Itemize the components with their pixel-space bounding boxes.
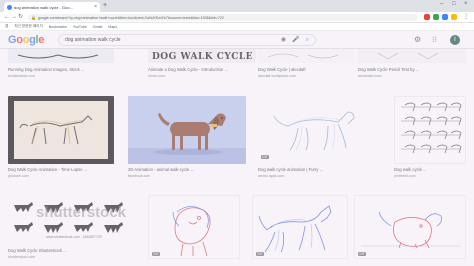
result-title[interactable]: Running Dog Animation Images, Stock ... bbox=[8, 67, 84, 72]
settings-gear-icon[interactable]: ⚙ bbox=[414, 36, 421, 44]
extension-icon[interactable] bbox=[442, 14, 448, 20]
result-thumbnail[interactable] bbox=[8, 49, 114, 63]
apps-grid-icon[interactable]: ⁝⁝ bbox=[432, 36, 437, 44]
stock-watermark: shutterstock bbox=[36, 204, 127, 221]
extension-icon[interactable] bbox=[424, 14, 430, 20]
image-result[interactable]: Dog walk cycle ... pinterest.com bbox=[394, 96, 466, 180]
tab-strip: dog animation walk cycle - Goo... × + – … bbox=[0, 0, 474, 12]
browser-tab[interactable]: dog animation walk cycle - Goo... × bbox=[4, 2, 100, 12]
gif-badge: GIF bbox=[261, 155, 269, 159]
bookmark-item[interactable]: 최근 방문한 페이지 bbox=[14, 24, 42, 29]
result-source: amino apps.com bbox=[258, 174, 285, 178]
microphone-icon[interactable]: 🎤 bbox=[292, 37, 299, 43]
result-source: alecdalf.wordpress.com bbox=[258, 74, 296, 78]
result-title[interactable]: Dog walk cycle ... bbox=[394, 167, 427, 172]
google-header: Google dog animation walk cycle ◉ 🎤 ⌕ ⚙ … bbox=[0, 31, 474, 49]
address-bar: ← → ↻ 🔒 google.com/search?q=dog+animatio… bbox=[0, 12, 474, 23]
result-thumbnail[interactable] bbox=[128, 96, 246, 164]
result-source: youtube.com bbox=[8, 174, 29, 178]
result-title[interactable]: Dog Walk Cycle Pencil Test by ... bbox=[358, 67, 419, 72]
google-logo[interactable]: Google bbox=[8, 35, 44, 46]
bookmark-item[interactable]: Gmail bbox=[93, 25, 102, 29]
result-title[interactable]: Animate a Dog Walk Cycle - Introduction … bbox=[148, 67, 228, 72]
logo-letter: e bbox=[38, 34, 45, 46]
result-thumbnail[interactable] bbox=[8, 96, 114, 164]
result-source: facebook.com bbox=[128, 174, 151, 178]
result-source: pinterest.com bbox=[394, 174, 416, 178]
forward-icon[interactable]: → bbox=[11, 14, 17, 20]
image-results-grid: Running Dog Animation Images, Stock ... … bbox=[0, 49, 474, 266]
result-thumbnail[interactable] bbox=[394, 96, 466, 164]
result-thumbnail[interactable]: shutterstock www.shutterstock.com · 2452… bbox=[8, 195, 144, 241]
image-result[interactable]: Dog Walk Cycle Animation - Time Lapse ..… bbox=[8, 96, 114, 180]
google-favicon-icon bbox=[7, 4, 12, 10]
result-thumbnail[interactable] bbox=[358, 49, 466, 63]
search-box[interactable]: dog animation walk cycle ◉ 🎤 ⌕ bbox=[58, 34, 316, 46]
result-source: shutterstock.com bbox=[8, 74, 36, 78]
gif-badge: GIF bbox=[152, 252, 160, 256]
browser-menu-icon[interactable]: ⋮ bbox=[463, 14, 469, 20]
stock-id: www.shutterstock.com · 2452857729 bbox=[46, 235, 102, 239]
result-source: vimeo.com bbox=[148, 74, 166, 78]
minimize-icon[interactable]: – bbox=[440, 1, 443, 7]
bookmark-item[interactable]: Bookmarks bbox=[49, 25, 67, 29]
bookmark-item[interactable]: Maps bbox=[108, 25, 117, 29]
result-thumbnail[interactable]: GIF bbox=[252, 195, 348, 259]
image-result[interactable]: 2D Animation - animal walk cycle ... fac… bbox=[128, 96, 246, 180]
omnibox-url: google.com/search?q=dog+animation+walk+c… bbox=[37, 15, 224, 20]
image-result[interactable]: GIF bbox=[354, 195, 466, 266]
search-icon[interactable]: ⌕ bbox=[306, 37, 309, 43]
image-result[interactable]: Dog Walk Cycle | alecdalf alecdalf.wordp… bbox=[258, 49, 354, 85]
back-icon[interactable]: ← bbox=[4, 14, 10, 20]
reload-icon[interactable]: ↻ bbox=[18, 14, 23, 20]
new-tab-icon[interactable]: + bbox=[103, 2, 107, 9]
gif-badge: GIF bbox=[256, 252, 264, 256]
bookmarks-bar: 앱 최근 방문한 페이지 Bookmarks YouTube Gmail Map… bbox=[0, 23, 474, 31]
result-thumbnail[interactable] bbox=[258, 49, 354, 63]
close-tab-icon[interactable]: × bbox=[94, 4, 97, 10]
bookmark-item[interactable]: 앱 bbox=[5, 24, 8, 29]
result-thumbnail[interactable]: DOG WALK CYCLE bbox=[148, 49, 256, 63]
extension-icon[interactable] bbox=[451, 14, 457, 20]
gif-badge: GIF bbox=[358, 252, 366, 256]
tab-title: dog animation walk cycle - Goo... bbox=[14, 4, 73, 10]
result-title[interactable]: Dog Walk Cycle | alecdalf bbox=[258, 67, 305, 72]
result-title[interactable]: Dog walk cycle animation | Furry ... bbox=[258, 167, 323, 172]
image-result[interactable]: GIF bbox=[252, 195, 348, 266]
image-result[interactable]: Dog Walk Cycle Pencil Test by ... devian… bbox=[358, 49, 466, 85]
maximize-icon[interactable]: □ bbox=[452, 1, 456, 7]
close-window-icon[interactable]: × bbox=[464, 1, 468, 7]
result-thumbnail[interactable]: GIF bbox=[354, 195, 466, 259]
camera-icon[interactable]: ◉ bbox=[281, 37, 286, 43]
extension-icon[interactable] bbox=[433, 14, 439, 20]
image-result[interactable]: DOG WALK CYCLE Animate a Dog Walk Cycle … bbox=[148, 49, 256, 85]
lock-icon: 🔒 bbox=[31, 15, 36, 20]
image-result[interactable]: shutterstock www.shutterstock.com · 2452… bbox=[8, 195, 144, 266]
result-thumbnail[interactable]: GIF bbox=[258, 96, 382, 164]
result-title[interactable]: Dog Walk Cycle Animation - Time Lapse ..… bbox=[8, 167, 87, 172]
image-result[interactable]: GIF Dog walk cycle animation | Furry ...… bbox=[258, 96, 382, 180]
dog-walk-cycle-banner: DOG WALK CYCLE bbox=[152, 52, 254, 62]
result-source: deviantart.com bbox=[358, 74, 382, 78]
result-source: shutterstock.com bbox=[8, 255, 36, 259]
account-avatar[interactable]: I bbox=[450, 35, 460, 45]
search-input[interactable]: dog animation walk cycle bbox=[65, 37, 275, 43]
omnibox[interactable]: 🔒 google.com/search?q=dog+animation+walk… bbox=[28, 14, 418, 21]
result-title[interactable]: Dog Walk Cycle Shutterstock ... bbox=[8, 248, 67, 253]
bookmark-item[interactable]: YouTube bbox=[73, 25, 87, 29]
result-thumbnail[interactable]: GIF bbox=[148, 195, 240, 259]
image-result[interactable]: GIF bbox=[148, 195, 240, 266]
result-title[interactable]: 2D Animation - animal walk cycle ... bbox=[128, 167, 194, 172]
image-result[interactable]: Running Dog Animation Images, Stock ... … bbox=[8, 49, 114, 85]
